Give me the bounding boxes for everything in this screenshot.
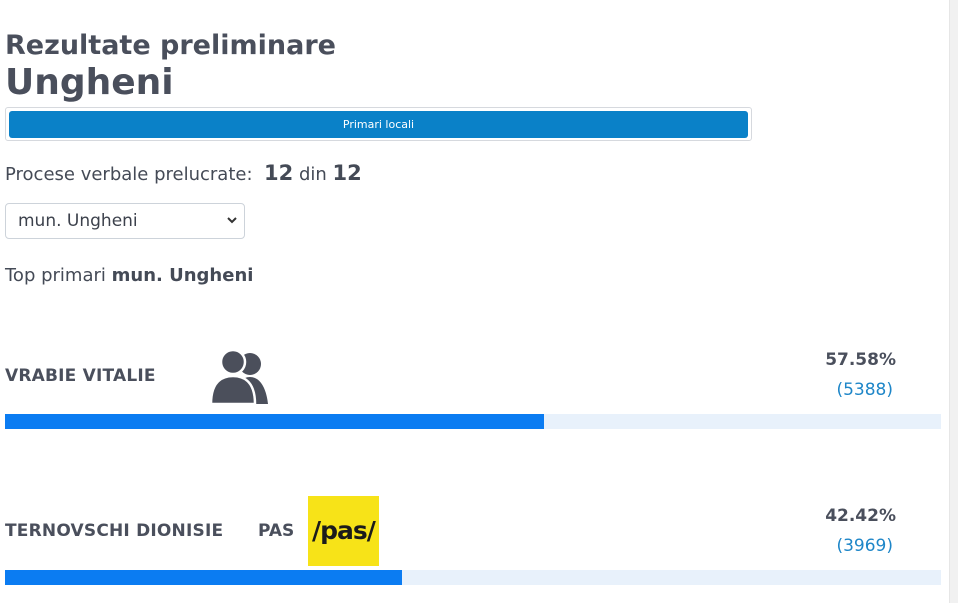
top-heading-locality: mun. Ungheni [111, 265, 254, 286]
candidate-votes[interactable]: (5388) [836, 380, 893, 400]
processed-label: Procese verbale prelucrate: [5, 164, 253, 185]
party-name: PAS [258, 521, 295, 541]
locality-select[interactable]: mun. Ungheni [5, 203, 245, 239]
candidate-progress-fill [5, 570, 403, 585]
people-icon [208, 346, 272, 408]
election-type-tabs: Primari locali [5, 107, 752, 141]
candidate-name: TERNOVSCHI DIONISIE [5, 521, 224, 541]
processed-separator: din [298, 164, 327, 185]
candidate-percent: 57.58% [825, 350, 896, 370]
candidate-name: VRABIE VITALIE [5, 366, 156, 386]
scrollbar[interactable] [949, 0, 958, 603]
processed-total: 12 [332, 161, 362, 185]
candidate-votes[interactable]: (3969) [836, 536, 893, 556]
candidate-progress-bar [5, 570, 941, 585]
tab-primari-locali[interactable]: Primari locali [9, 111, 748, 138]
candidate-progress-fill [5, 414, 544, 429]
top-heading-prefix: Top primari [5, 265, 106, 286]
page-title: Rezultate preliminare [5, 30, 336, 61]
chevron-down-icon [226, 204, 238, 252]
locality-select-value: mun. Ungheni [18, 211, 138, 231]
candidate-percent: 42.42% [825, 506, 896, 526]
top-heading: Top primari mun. Ungheni [5, 265, 253, 286]
pas-logo: /pas/ [308, 496, 379, 566]
processed-value: 12 [263, 161, 294, 185]
processed-count: Procese verbale prelucrate: 12 din 12 [5, 161, 362, 185]
candidate-progress-bar [5, 414, 941, 429]
region-title: Ungheni [5, 62, 174, 103]
